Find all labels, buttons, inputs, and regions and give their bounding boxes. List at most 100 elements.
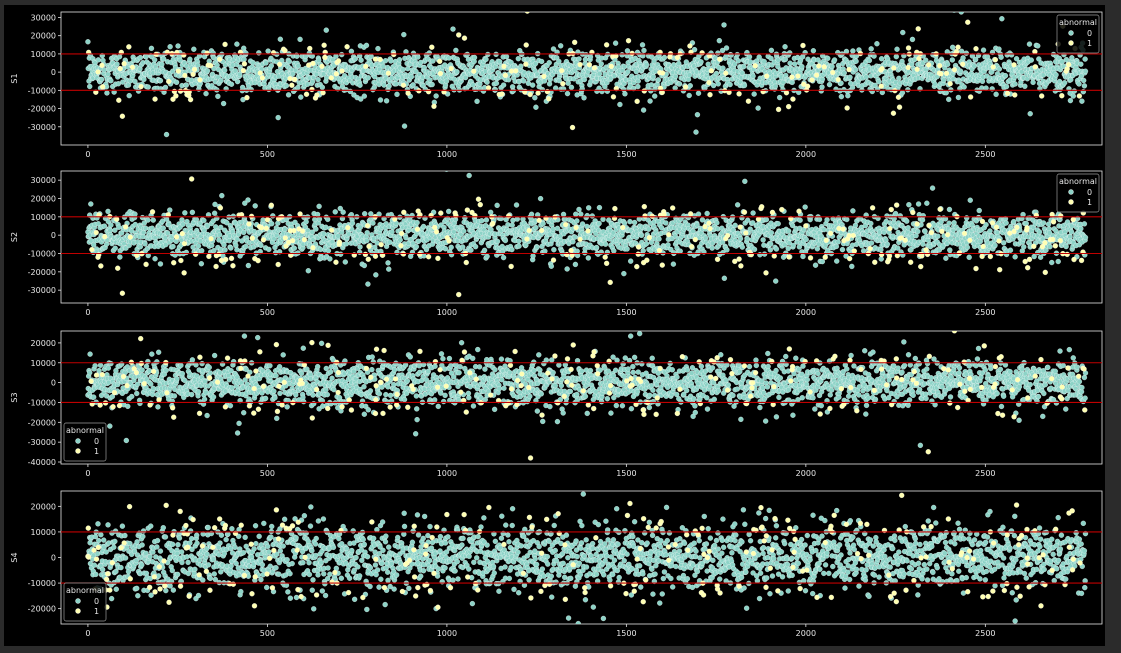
point-normal xyxy=(401,123,408,129)
point-normal xyxy=(661,54,668,61)
point-normal xyxy=(364,237,370,244)
point-normal xyxy=(703,235,709,241)
point-normal xyxy=(621,270,627,277)
point-normal xyxy=(1012,81,1018,87)
point-normal xyxy=(737,236,744,242)
x-tick-label: 1000 xyxy=(437,150,457,159)
point-normal xyxy=(297,36,303,43)
points xyxy=(85,171,1089,298)
point-normal xyxy=(884,241,891,247)
point-abnormal xyxy=(835,76,841,83)
point-normal xyxy=(454,69,460,75)
point-normal xyxy=(442,246,449,252)
point-normal xyxy=(773,278,779,284)
point-normal xyxy=(515,238,522,245)
point-normal xyxy=(1053,72,1059,78)
point-abnormal xyxy=(668,6,673,11)
point-abnormal xyxy=(723,70,729,76)
point-normal xyxy=(551,247,557,253)
point-normal xyxy=(529,82,536,88)
point-normal xyxy=(744,236,751,242)
point-normal xyxy=(95,57,102,63)
point-normal xyxy=(909,36,916,43)
point-abnormal xyxy=(973,46,979,52)
point-normal xyxy=(894,46,900,52)
point-normal xyxy=(698,59,704,65)
point-normal xyxy=(234,236,240,243)
point-normal xyxy=(315,76,321,83)
y-tick-label: -20000 xyxy=(28,268,56,277)
point-normal xyxy=(768,230,775,236)
point-normal xyxy=(1067,97,1074,104)
point-normal xyxy=(893,53,900,60)
point-normal xyxy=(1002,72,1009,79)
point-normal xyxy=(564,90,571,97)
y-tick-label: 30000 xyxy=(31,13,56,22)
point-normal xyxy=(652,93,658,99)
point-normal xyxy=(248,86,254,93)
point-normal xyxy=(450,26,456,32)
point-normal xyxy=(727,81,733,88)
point-abnormal xyxy=(813,72,820,78)
point-normal xyxy=(874,41,880,47)
point-normal xyxy=(831,57,838,63)
point-normal xyxy=(803,236,809,243)
point-normal xyxy=(868,220,874,227)
x-tick-label: 2500 xyxy=(975,308,995,317)
point-normal xyxy=(631,219,638,226)
point-normal xyxy=(943,90,949,96)
point-normal xyxy=(150,217,156,223)
point-abnormal xyxy=(291,76,298,83)
point-normal xyxy=(852,222,859,229)
point-normal xyxy=(739,215,745,221)
point-abnormal xyxy=(965,19,971,25)
point-abnormal xyxy=(916,55,922,62)
point-normal xyxy=(382,58,389,64)
point-abnormal xyxy=(437,58,443,65)
point-normal xyxy=(760,237,766,243)
point-normal xyxy=(714,220,720,226)
point-normal xyxy=(145,217,151,223)
point-normal xyxy=(266,246,272,253)
point-normal xyxy=(819,258,826,265)
point-normal xyxy=(373,272,379,278)
point-normal xyxy=(980,47,987,53)
point-normal xyxy=(509,246,515,253)
point-normal xyxy=(533,104,539,110)
figure: 0 500 1000 1500 2000 2500 -30000 -20000 -10000 0 1… xyxy=(4,5,1105,646)
point-abnormal xyxy=(914,66,920,73)
point-normal xyxy=(234,41,240,47)
point-abnormal xyxy=(456,32,462,38)
point-normal xyxy=(720,65,726,71)
point-normal xyxy=(270,213,276,219)
point-normal xyxy=(163,131,170,138)
point-normal xyxy=(624,246,630,252)
point-normal xyxy=(546,60,552,66)
point-normal xyxy=(198,261,205,267)
point-normal xyxy=(98,76,105,83)
point-normal xyxy=(479,218,485,224)
point-normal xyxy=(162,84,169,91)
x-tick-label: 500 xyxy=(260,150,275,159)
point-normal xyxy=(365,75,371,81)
point-normal xyxy=(650,74,656,80)
point-normal xyxy=(472,243,479,250)
point-normal xyxy=(394,249,400,256)
point-normal xyxy=(704,210,710,217)
point-normal xyxy=(772,83,779,90)
point-abnormal xyxy=(938,71,944,77)
point-abnormal xyxy=(309,86,315,93)
point-normal xyxy=(216,232,223,238)
point-normal xyxy=(792,61,798,67)
x-tick-label: 1500 xyxy=(616,150,636,159)
point-normal xyxy=(773,246,780,252)
point-normal xyxy=(849,263,855,270)
point-normal xyxy=(838,93,845,100)
point-normal xyxy=(532,94,538,101)
point-abnormal xyxy=(310,60,316,67)
point-normal xyxy=(627,218,633,225)
point-normal xyxy=(500,82,507,88)
point-normal xyxy=(915,228,921,235)
point-normal xyxy=(468,247,474,253)
point-normal xyxy=(1078,61,1084,67)
